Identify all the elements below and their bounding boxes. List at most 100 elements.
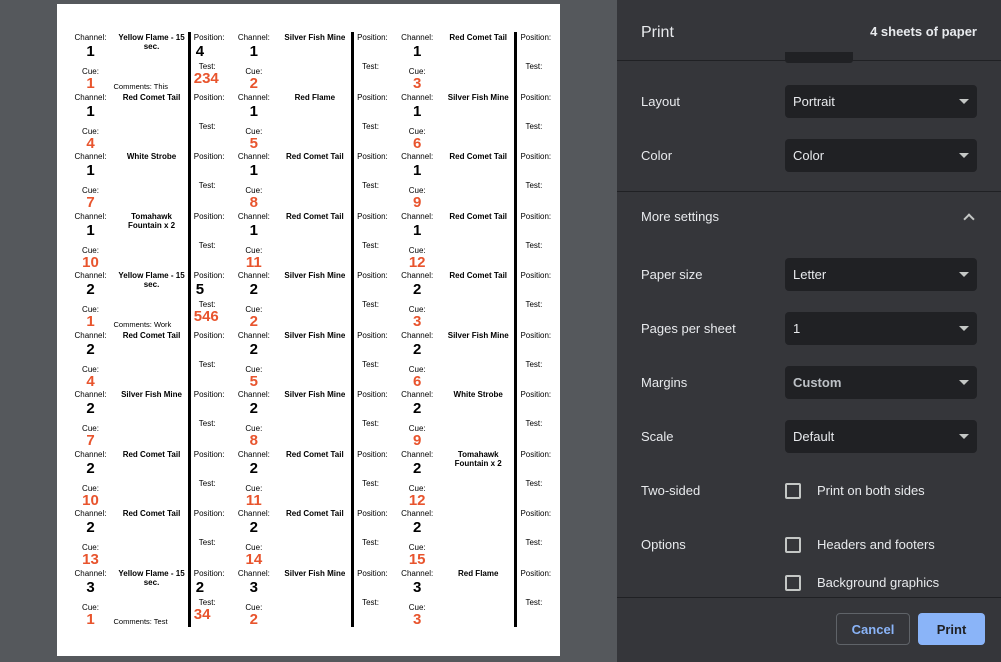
background-graphics-checkbox[interactable] [785,574,801,591]
destination-select-partial[interactable] [785,52,853,63]
channel-number: 2 [249,400,259,417]
effect-name: Silver Fish Mine [447,330,509,340]
cancel-button[interactable]: Cancel [836,613,910,645]
channel-cue-cell: Channel: 1 Cue: 8 [230,151,277,211]
cue-number: 1 [86,75,95,92]
headers-footers-option[interactable]: Headers and footers [785,536,935,553]
effect-name: Red Flame [457,568,499,578]
position-label: Position: [357,92,388,102]
position-test-cell: Position: Test: [517,32,557,92]
position-test-cell: Position: Test: [354,151,394,211]
test-label: Test: [362,597,379,607]
effect-name: Red Comet Tail [449,33,508,42]
position-label: Position: [357,152,388,161]
effect-cell: Red Comet Tail [114,448,191,508]
test-label: Test: [362,181,379,190]
channel-number: 2 [249,340,259,358]
test-label: Test: [198,419,216,428]
position-label: Position: [520,449,552,459]
preview-row: Channel: 1 Cue: 7 White Strobe Position: Test:… [67,151,557,211]
effect-cell: Red Comet Tail [440,210,518,270]
channel-label: Channel: [74,330,107,340]
preview-row: Channel: 1 Cue: 4 Red Comet Tail Position: Tes… [67,91,557,152]
channel-cue-cell: Channel: 2 Cue: 8 [230,389,277,449]
test-label: Test: [198,240,216,250]
pages-per-sheet-label: Pages per sheet [641,321,736,336]
channel-number: 3 [86,578,95,596]
effect-name: Red Comet Tail [122,449,181,459]
channel-label: Channel: [401,92,434,102]
effect-cell: Tomahawk Fountain x 2 [440,448,518,508]
paper-size-select[interactable]: Letter [785,258,977,291]
channel-cue-cell: Channel: 3 Cue: 3 [394,568,441,628]
chevron-up-icon [963,212,975,225]
channel-number: 1 [413,43,422,60]
position-label: Position: [193,33,225,42]
cue-number: 3 [413,313,422,330]
paper-size-value: Letter [793,267,827,282]
test-value: 34 [193,605,211,623]
print-button[interactable]: Print [918,613,985,645]
effect-name: Silver Fish Mine [284,568,346,578]
position-test-cell: Position: Test: [354,389,394,449]
test-label: Test: [362,240,379,250]
test-label: Test: [525,181,543,190]
channel-cue-cell: Channel: 1 Cue: 11 [230,211,277,271]
effect-cell: Silver Fish Mine [114,389,191,449]
channel-number: 2 [413,281,422,298]
channel-number: 2 [249,459,259,477]
channel-label: Channel: [74,568,107,578]
headers-footers-checkbox[interactable] [785,536,801,553]
channel-cue-cell: Channel: 2 Cue: 1 [67,270,114,330]
two-sided-checkbox[interactable] [785,482,801,499]
channel-cue-cell: Channel: 2 Cue: 3 [394,270,441,330]
cue-number: 5 [249,134,259,152]
effect-name: Tomahawk Fountain x 2 [454,449,502,468]
cue-number: 6 [413,134,422,152]
two-sided-row: Two-sided Print on both sides [641,474,977,507]
background-graphics-option[interactable]: Background graphics [785,574,940,591]
scale-label: Scale [641,429,674,444]
effect-cell: Red Comet Tail [277,448,355,508]
effect-cell: White Strobe [114,151,191,211]
test-label: Test: [525,478,543,488]
background-graphics-label: Background graphics [817,575,940,590]
effect-name: Red Comet Tail [286,449,344,459]
channel-cue-cell: Channel: 2 Cue: 9 [394,389,441,449]
scale-select[interactable]: Default [785,420,977,453]
position-label: Position: [193,152,225,161]
margins-select[interactable]: Custom [785,366,977,399]
preview-row: Channel: 2 Cue: 10 Red Comet Tail Position: Te… [67,448,557,509]
panel-header: Print 4 sheets of paper [617,0,1001,60]
effect-cell: Red Comet Tail [114,91,191,151]
test-label: Test: [525,538,543,547]
position-label: Position: [520,509,552,518]
pages-per-sheet-select[interactable]: 1 [785,312,977,345]
cue-number: 13 [82,551,99,568]
position-label: Position: [193,449,225,459]
channel-label: Channel: [401,330,434,340]
channel-label: Channel: [401,509,434,518]
channel-number: 1 [413,162,422,179]
cue-number: 10 [82,491,99,509]
channel-cue-cell: Channel: 3 Cue: 2 [230,568,277,628]
more-settings-label: More settings [641,209,720,224]
channel-number: 3 [249,578,259,596]
channel-number: 3 [413,578,422,596]
channel-cue-cell: Channel: 2 Cue: 12 [394,449,441,509]
test-label: Test: [362,62,379,71]
position-test-cell: Position: Test: [517,92,557,152]
position-test-cell: Position: Test: [517,211,557,271]
layout-select[interactable]: Portrait [785,85,977,118]
two-sided-option[interactable]: Print on both sides [785,482,925,499]
effect-name: Red Comet Tail [122,92,181,102]
effect-name: Yellow Flame - 15 sec. [118,568,185,587]
position-label: Position: [193,390,225,399]
effect-cell: Silver Fish Mine [440,91,518,151]
more-settings-toggle[interactable]: More settings [641,200,977,233]
channel-cue-cell: Channel: 1 Cue: 6 [394,92,441,152]
color-select[interactable]: Color [785,139,977,172]
position-test-cell: Position: Test: [354,449,394,509]
chevron-down-icon [959,153,969,158]
position-label: Position: [357,211,388,221]
